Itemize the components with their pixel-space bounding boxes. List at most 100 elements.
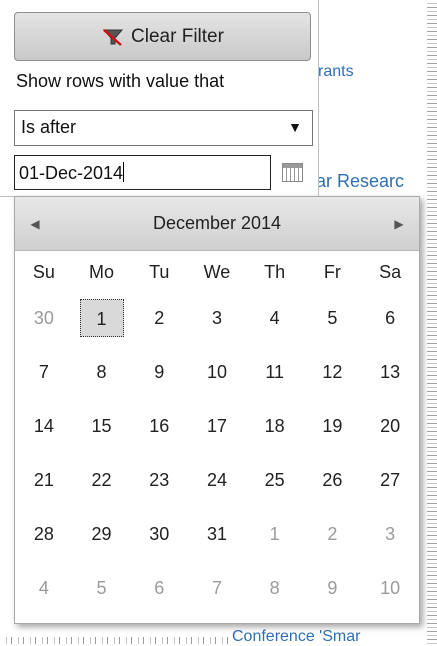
calendar-day-number: 9 xyxy=(327,577,338,598)
calendar-day-number: 14 xyxy=(33,415,54,436)
calendar-day[interactable]: 12 xyxy=(304,345,362,399)
calendar-day[interactable]: 30 xyxy=(130,507,188,561)
calendar-day[interactable]: 1 xyxy=(246,507,304,561)
calendar-day[interactable]: 8 xyxy=(246,561,304,615)
calendar-day[interactable]: 26 xyxy=(304,453,362,507)
calendar-week-row: 7 8 9 10 11 12 13 xyxy=(15,345,419,399)
calendar-day[interactable]: 18 xyxy=(246,399,304,453)
calendar-day-number: 23 xyxy=(149,469,170,490)
calendar-day-number: 10 xyxy=(206,361,227,382)
calendar-day[interactable]: 14 xyxy=(15,399,73,453)
calendar-day-number: 27 xyxy=(380,469,401,490)
calendar-day-number: 8 xyxy=(96,361,107,382)
calendar-header: ◀ December 2014 ▶ xyxy=(15,197,419,251)
calendar-day-number: 3 xyxy=(385,523,396,544)
calendar-day[interactable]: 2 xyxy=(130,291,188,345)
show-rows-label: Show rows with value that xyxy=(16,71,225,91)
calendar-week-row: 4 5 6 7 8 9 10 xyxy=(15,561,419,615)
next-month-icon[interactable]: ▶ xyxy=(389,214,409,234)
calendar-day-number: 10 xyxy=(380,577,401,598)
calendar-icon[interactable] xyxy=(282,163,303,182)
calendar-day-number: 6 xyxy=(385,307,396,328)
date-input-value: 01-Dec-2014 xyxy=(19,163,124,183)
calendar-day[interactable]: 6 xyxy=(130,561,188,615)
calendar-day[interactable]: 20 xyxy=(361,399,419,453)
calendar-day-number: 19 xyxy=(322,415,343,436)
calendar-day-number: 25 xyxy=(264,469,285,490)
calendar-week-row: 30 1 2 3 4 5 6 xyxy=(15,291,419,345)
calendar-day[interactable]: 13 xyxy=(361,345,419,399)
calendar-day-number: 11 xyxy=(265,361,284,382)
calendar-month-title: December 2014 xyxy=(152,213,282,233)
calendar-day-number: 7 xyxy=(38,361,49,382)
calendar-day[interactable]: 24 xyxy=(188,453,246,507)
calendar-day-number: 12 xyxy=(322,361,343,382)
background-link-grants[interactable]: rants xyxy=(318,63,354,81)
calendar-day-number: 9 xyxy=(154,361,165,382)
weekday-header-row: Su Mo Tu We Th Fr Sa xyxy=(15,253,419,291)
calendar-day[interactable]: 5 xyxy=(73,561,131,615)
background-link-conference[interactable]: Conference 'Smar xyxy=(232,628,360,646)
calendar-day-number: 29 xyxy=(91,523,112,544)
calendar-day[interactable]: 28 xyxy=(15,507,73,561)
calendar-week-row: 28 29 30 31 1 2 3 xyxy=(15,507,419,561)
calendar-day[interactable]: 7 xyxy=(15,345,73,399)
calendar-day[interactable]: 4 xyxy=(15,561,73,615)
calendar-day-number: 13 xyxy=(380,361,401,382)
calendar-day[interactable]: 30 xyxy=(15,291,73,345)
calendar-day-number: 26 xyxy=(322,469,343,490)
calendar-day[interactable]: 27 xyxy=(361,453,419,507)
calendar-day[interactable]: 9 xyxy=(130,345,188,399)
calendar-day-number: 16 xyxy=(149,415,170,436)
calendar-week-row: 21 22 23 24 25 26 27 xyxy=(15,453,419,507)
calendar-day-number: 20 xyxy=(380,415,401,436)
calendar-day[interactable]: 15 xyxy=(73,399,131,453)
clear-filter-button[interactable]: Clear Filter xyxy=(14,12,311,61)
calendar-day[interactable]: 10 xyxy=(188,345,246,399)
weekday-label: Tu xyxy=(149,261,170,282)
calendar-day-number: 6 xyxy=(154,577,165,598)
calendar-day[interactable]: 4 xyxy=(246,291,304,345)
calendar-day[interactable]: 9 xyxy=(304,561,362,615)
clear-filter-label: Clear Filter xyxy=(131,25,224,47)
calendar-day[interactable]: 25 xyxy=(246,453,304,507)
calendar-day-number: 5 xyxy=(327,307,338,328)
weekday-label: We xyxy=(203,261,231,282)
date-input[interactable]: 01-Dec-2014 xyxy=(14,155,271,190)
calendar-day[interactable]: 6 xyxy=(361,291,419,345)
calendar-day[interactable]: 3 xyxy=(188,291,246,345)
calendar-day[interactable]: 10 xyxy=(361,561,419,615)
calendar-day[interactable]: 2 xyxy=(304,507,362,561)
calendar-grid: Su Mo Tu We Th Fr Sa 30 1 2 3 4 5 6 7 8 9 10 11 12 13… xyxy=(15,253,419,615)
calendar-day[interactable]: 7 xyxy=(188,561,246,615)
calendar-day[interactable]: 8 xyxy=(73,345,131,399)
calendar-popup: ◀ December 2014 ▶ Su Mo Tu We Th Fr Sa 3… xyxy=(14,196,420,624)
calendar-day[interactable]: 5 xyxy=(304,291,362,345)
calendar-day[interactable]: 3 xyxy=(361,507,419,561)
chevron-down-icon: ▼ xyxy=(288,119,302,135)
calendar-day[interactable]: 19 xyxy=(304,399,362,453)
clear-filter-icon xyxy=(101,27,125,47)
calendar-day[interactable]: 17 xyxy=(188,399,246,453)
calendar-day-number: 4 xyxy=(269,307,280,328)
calendar-day-number: 5 xyxy=(96,577,107,598)
background-link-research[interactable]: ar Researc xyxy=(316,171,404,192)
calendar-day[interactable]: 11 xyxy=(246,345,304,399)
calendar-day[interactable]: 16 xyxy=(130,399,188,453)
calendar-day[interactable]: 29 xyxy=(73,507,131,561)
calendar-day-number: 30 xyxy=(33,307,54,328)
calendar-day[interactable]: 22 xyxy=(73,453,131,507)
text-caret xyxy=(123,162,125,182)
calendar-day-number: 24 xyxy=(206,469,227,490)
calendar-week-row: 14 15 16 17 18 19 20 xyxy=(15,399,419,453)
weekday-label: Sa xyxy=(379,261,402,282)
calendar-day-number: 1 xyxy=(79,299,124,337)
calendar-day[interactable]: 31 xyxy=(188,507,246,561)
calendar-day[interactable]: 1 xyxy=(73,291,131,345)
calendar-day[interactable]: 23 xyxy=(130,453,188,507)
calendar-day-number: 30 xyxy=(149,523,170,544)
calendar-day[interactable]: 21 xyxy=(15,453,73,507)
weekday-label: Th xyxy=(264,261,286,282)
weekday-label: Mo xyxy=(89,261,115,282)
operator-select[interactable]: Is after ▼ xyxy=(14,110,313,146)
